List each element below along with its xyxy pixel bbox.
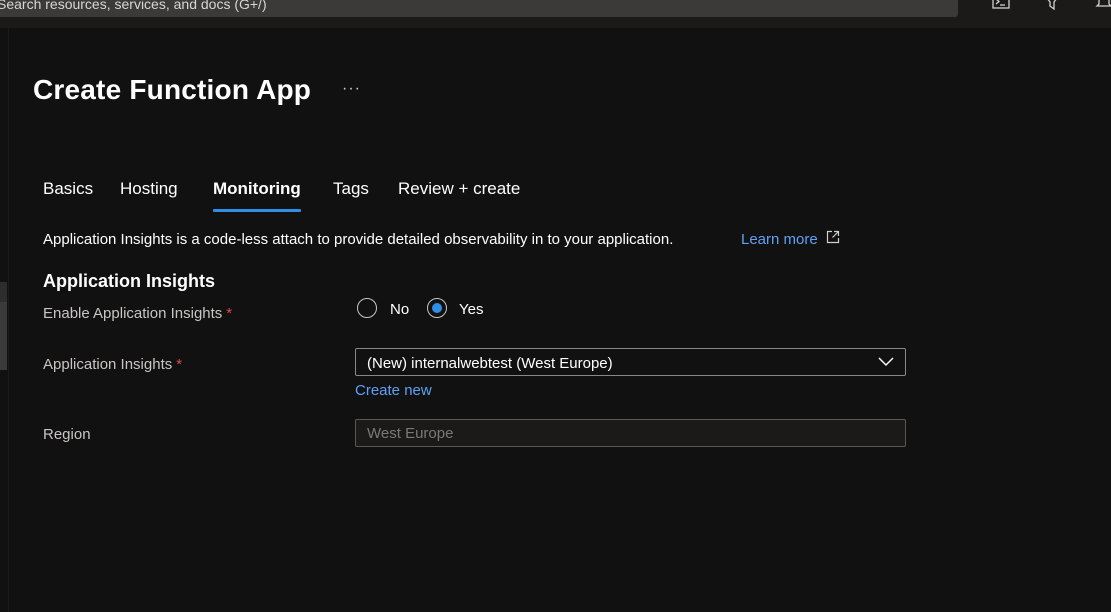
page-title: Create Function App (33, 74, 312, 105)
chevron-down-icon (878, 357, 894, 367)
app-insights-selected-value: (New) internalwebtest (West Europe) (367, 355, 613, 372)
radio-no-label[interactable]: No (390, 301, 409, 318)
app-insights-dropdown[interactable]: (New) internalwebtest (West Europe) (355, 348, 906, 376)
cloud-shell-icon[interactable] (991, 0, 1011, 12)
app-insights-label: Application Insights * (43, 356, 182, 373)
required-marker: * (226, 305, 233, 322)
directory-filter-icon[interactable] (1042, 0, 1062, 12)
radio-no[interactable] (357, 298, 377, 318)
more-options-button[interactable]: ··· (342, 80, 361, 98)
learn-more-link[interactable]: Learn more (741, 231, 818, 248)
tab-tags[interactable]: Tags (333, 179, 369, 211)
notifications-icon[interactable] (1094, 0, 1111, 12)
section-heading: Application Insights (43, 271, 216, 291)
global-search-box[interactable]: Search resources, services, and docs (G+… (0, 0, 958, 17)
tab-basics[interactable]: Basics (43, 179, 93, 211)
enable-insights-label-text: Enable Application Insights (43, 305, 223, 322)
tab-review-create[interactable]: Review + create (398, 179, 520, 211)
region-label: Region (43, 426, 91, 443)
sidebar-scroll-thumb[interactable] (0, 302, 7, 370)
radio-yes[interactable] (427, 298, 447, 318)
region-value: West Europe (367, 425, 454, 442)
required-marker: * (176, 356, 183, 373)
monitoring-description: Application Insights is a code-less atta… (43, 231, 674, 248)
enable-insights-label: Enable Application Insights * (43, 305, 232, 322)
app-insights-label-text: Application Insights (43, 356, 173, 373)
top-bar: Search resources, services, and docs (G+… (0, 0, 1111, 28)
radio-yes-label[interactable]: Yes (459, 301, 483, 318)
external-link-icon[interactable] (826, 230, 840, 244)
tab-hosting[interactable]: Hosting (120, 179, 178, 211)
tab-monitoring[interactable]: Monitoring (213, 179, 301, 212)
search-placeholder: Search resources, services, and docs (G+… (0, 0, 267, 12)
region-field: West Europe (355, 419, 906, 447)
create-new-link[interactable]: Create new (355, 382, 432, 399)
